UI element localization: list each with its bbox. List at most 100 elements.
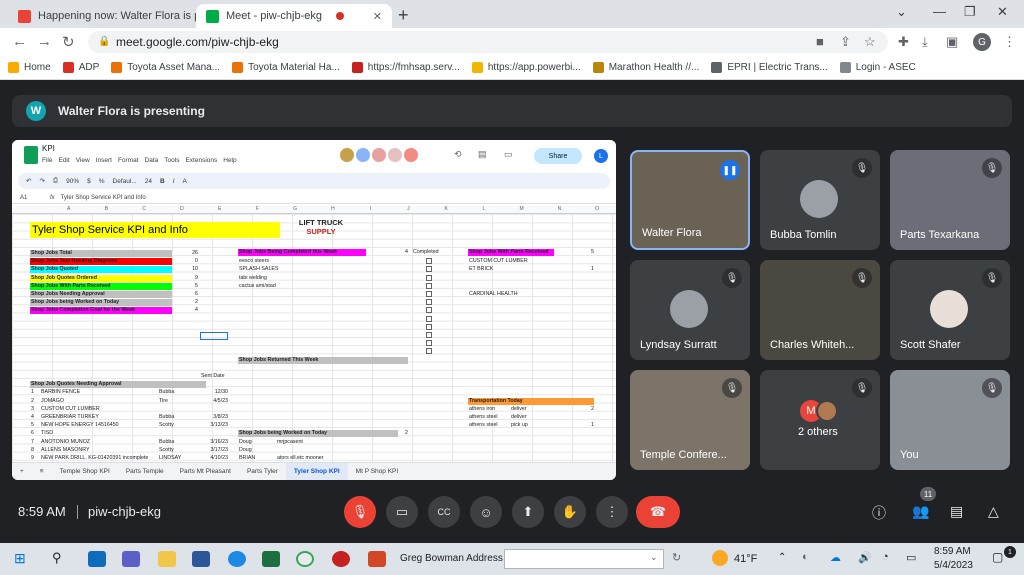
side-panel-icon[interactable]: ▣ <box>946 34 958 50</box>
search-icon[interactable]: ⚲ <box>52 550 62 566</box>
bookmark-item[interactable]: Login - ASEC <box>839 62 916 73</box>
quote-name-cell[interactable]: ANOTONIO MUNOZ <box>40 439 158 446</box>
excel-icon[interactable] <box>262 551 280 567</box>
percent-icon[interactable]: % <box>99 178 105 185</box>
quote-name-cell[interactable]: JOMAGO <box>40 398 158 405</box>
add-sheet-icon[interactable]: + <box>12 468 32 475</box>
sheet-tab[interactable]: Parts Temple <box>118 468 172 475</box>
info-icon[interactable]: ⓘ <box>872 503 886 523</box>
kpi-value-cell[interactable]: 5 <box>172 283 198 290</box>
kpi-value-cell[interactable]: 4 <box>172 307 198 314</box>
quote-owner-cell[interactable]: Tire <box>158 398 194 405</box>
worked-job-cell[interactable]: mrjpcasent <box>276 439 376 446</box>
bookmark-item[interactable]: https://fmhsap.serv... <box>351 62 460 73</box>
worked-who-cell[interactable]: Doug <box>238 439 274 446</box>
menu-kebab-icon[interactable]: ⋮ <box>1003 34 1016 50</box>
captions-button[interactable]: CC <box>428 496 460 528</box>
completed-header-cell[interactable]: Shop Jobs Being Completed this Week <box>238 249 366 256</box>
completed-job-cell[interactable]: cactus ami/stad <box>238 283 358 290</box>
parts-job-cell[interactable]: CARDINAL HEALTH <box>468 291 558 298</box>
sheets-menu-item[interactable]: Extensions <box>185 157 217 164</box>
quote-date-cell[interactable]: 3/13/23 <box>194 422 228 429</box>
bookmark-item[interactable]: Home <box>8 62 51 73</box>
address-bar[interactable]: 🔒 meet.google.com/piw-chjb-ekg <box>88 31 888 53</box>
sheet-tab[interactable]: Tyler Shop KPI <box>285 462 348 480</box>
quote-number-cell[interactable]: 4 <box>30 414 38 421</box>
selected-cell[interactable] <box>200 332 228 340</box>
sheet-tab[interactable]: Parts Mt Pleasant <box>172 468 239 475</box>
notification-icon[interactable]: ▢ <box>992 550 1003 564</box>
app-icon[interactable] <box>332 551 350 567</box>
minimize-button[interactable]: — <box>933 4 946 19</box>
quote-owner-cell[interactable]: Scotty <box>158 422 194 429</box>
sheet-tab[interactable]: Parts Tyler <box>239 468 286 475</box>
kpi-value-cell[interactable]: 9 <box>172 275 198 282</box>
file-explorer-icon[interactable] <box>158 551 176 567</box>
sent-date-label[interactable]: Sent Date <box>200 373 240 380</box>
completed-checkbox[interactable] <box>426 258 432 265</box>
kpi-label-cell[interactable]: Shop Jobs Total <box>30 250 172 257</box>
participant-tile[interactable]: 🎙 Parts Texarkana <box>890 150 1010 250</box>
quote-name-cell[interactable]: NEW PARK DRILL. KG-01420391 incomplete <box>40 455 158 462</box>
extensions-icon[interactable]: ✚ <box>898 34 909 50</box>
quote-name-cell[interactable]: BARBIN FENCE <box>40 389 158 396</box>
browser-tab-happening-now[interactable]: Happening now: Walter Flora is p ✕ <box>8 4 196 28</box>
quote-owner-cell[interactable]: Bubba <box>158 439 194 446</box>
video-call-icon[interactable]: ▭ <box>504 149 513 160</box>
transport-header-cell[interactable]: Transportation Today <box>468 397 594 405</box>
participant-tile[interactable]: 🎙 You <box>890 370 1010 470</box>
completed-checkbox[interactable] <box>426 323 432 330</box>
completed-checkbox[interactable] <box>426 299 432 306</box>
camera-icon[interactable]: ■ <box>816 34 824 49</box>
reload-icon[interactable]: ↻ <box>62 33 75 51</box>
parts-job-cell[interactable] <box>468 275 558 282</box>
kpi-value-cell[interactable]: 26 <box>172 250 198 257</box>
participant-tile[interactable]: ❚❚ Walter Flora <box>630 150 750 250</box>
quote-number-cell[interactable]: 8 <box>30 447 38 454</box>
battery-icon[interactable]: ▭ <box>906 551 916 564</box>
chrome-icon[interactable] <box>296 551 314 567</box>
volume-icon[interactable]: 🔊 <box>858 551 872 564</box>
worked-who-cell[interactable]: Doug <box>238 447 274 454</box>
parts-job-cell[interactable] <box>468 283 558 290</box>
quote-number-cell[interactable]: 3 <box>30 406 38 413</box>
parts-value-cell[interactable] <box>558 275 594 282</box>
powerpoint-icon[interactable] <box>368 551 386 567</box>
bookmark-item[interactable]: Toyota Asset Mana... <box>111 62 220 73</box>
sheets-menu-item[interactable]: View <box>76 157 90 164</box>
quote-owner-cell[interactable] <box>158 430 194 437</box>
parts-value-cell[interactable] <box>558 283 594 290</box>
transport-who-cell[interactable]: athens iron <box>468 406 508 413</box>
kpi-label-cell[interactable]: Shop Jobs Completion Goal for the Week <box>30 307 172 315</box>
parts-job-cell[interactable]: CUSTOM CUT LUMBER <box>468 258 558 265</box>
quote-date-cell[interactable]: 12/30 <box>194 389 228 396</box>
restore-button[interactable]: ❐ <box>964 4 976 20</box>
worked-count-cell[interactable]: 2 <box>398 430 408 437</box>
quote-owner-cell[interactable]: Bubba <box>158 414 194 421</box>
quote-date-cell[interactable] <box>194 430 228 437</box>
formula-bar[interactable]: A1 fx Tyler Shop Service KPI and Info <box>12 192 616 204</box>
quote-date-cell[interactable]: 3/8/23 <box>194 414 228 421</box>
kpi-label-cell[interactable]: Shop Jobs Quoted <box>30 266 172 274</box>
completed-checkbox[interactable] <box>426 282 432 289</box>
quote-name-cell[interactable]: GREENBRIAR TURKEY <box>40 414 158 421</box>
quote-date-cell[interactable]: 3/16/23 <box>194 439 228 446</box>
completed-checkbox[interactable] <box>426 332 432 338</box>
share-button[interactable]: Share <box>534 148 582 164</box>
sheets-menu-item[interactable]: Data <box>145 157 159 164</box>
kpi-label-cell[interactable]: Shop Jobs Needing Approval <box>30 291 172 298</box>
share-icon[interactable]: ⇪ <box>840 34 851 50</box>
temperature[interactable]: 41°F <box>734 553 757 565</box>
bookmark-item[interactable]: https://app.powerbi... <box>471 62 581 73</box>
parts-job-cell[interactable]: ET BRICK <box>468 266 558 273</box>
kpi-label-cell[interactable]: Shop Jobs With Parts Received <box>30 282 172 290</box>
sheet-user-avatar[interactable]: L <box>594 149 608 163</box>
download-icon[interactable]: ⤓ <box>922 34 928 50</box>
text-color-icon[interactable]: A <box>183 178 187 185</box>
quote-owner-cell[interactable]: Scotty <box>158 447 194 454</box>
sheets-menu-item[interactable]: Edit <box>58 157 69 164</box>
sheet-title[interactable]: KPI <box>42 144 55 153</box>
kpi-label-cell[interactable]: Shop Jobs being Worked on Today <box>30 299 172 307</box>
quote-number-cell[interactable]: 6 <box>30 430 38 437</box>
teams-icon[interactable] <box>122 551 140 567</box>
